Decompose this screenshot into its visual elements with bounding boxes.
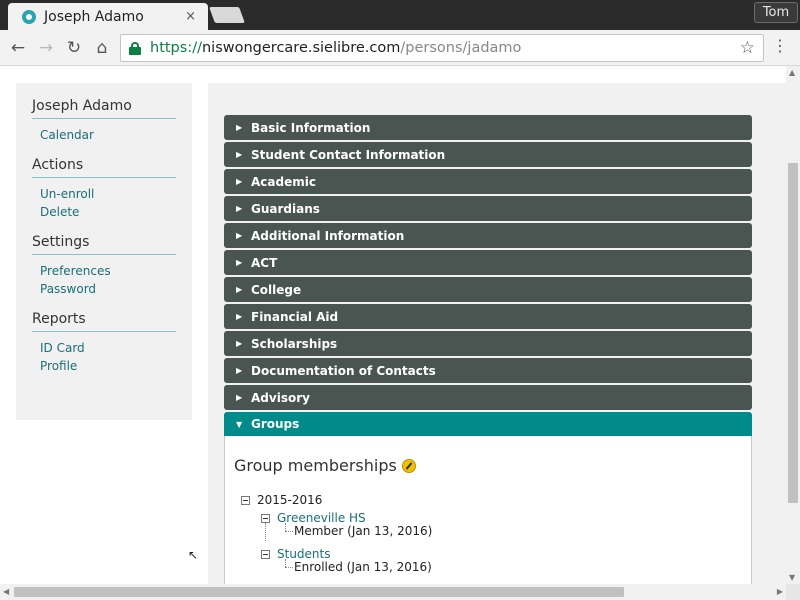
tab-title: Joseph Adamo — [44, 8, 144, 25]
caret-right-icon: ▶ — [236, 177, 243, 186]
collapse-toggle-icon[interactable] — [261, 549, 270, 559]
panel-title: Group memberships — [234, 456, 751, 475]
tree-connector — [265, 523, 266, 541]
horizontal-scroll-thumb[interactable] — [14, 587, 624, 597]
browser-titlebar: Joseph Adamo × Tom — [0, 0, 800, 30]
accordion-item[interactable]: ▶ Basic Information — [224, 115, 752, 140]
sidebar-section-actions: Actions Un-enroll Delete — [32, 157, 176, 221]
new-tab-button[interactable] — [209, 7, 245, 23]
tree-connector — [285, 523, 286, 531]
accordion-item-groups[interactable]: ▼ Groups — [224, 412, 752, 436]
groups-panel: Group memberships 2015-2016 Greeneville … — [224, 436, 752, 584]
accordion-item[interactable]: ▶ Advisory — [224, 385, 752, 410]
accordion-item[interactable]: ▶ Scholarships — [224, 331, 752, 356]
vertical-scrollbar[interactable]: ▲ ▼ — [786, 66, 800, 584]
caret-right-icon: ▶ — [236, 150, 243, 159]
caret-right-icon: ▶ — [236, 231, 243, 240]
accordion-item[interactable]: ▶ Documentation of Contacts — [224, 358, 752, 383]
tree-node-year: 2015-2016 — [241, 493, 322, 507]
scrollbar-corner — [786, 584, 800, 600]
bookmark-star-icon[interactable]: ☆ — [740, 38, 755, 58]
main-panel: ▶ Basic Information ▶ Student Contact Info… — [208, 83, 786, 584]
browser-tab[interactable]: Joseph Adamo × — [8, 3, 208, 30]
accordion: ▶ Basic Information ▶ Student Contact Info… — [224, 115, 752, 584]
sidebar-heading: Reports — [32, 311, 176, 332]
caret-right-icon: ▶ — [236, 393, 243, 402]
collapse-toggle-icon[interactable] — [241, 495, 250, 505]
vertical-scroll-thumb[interactable] — [788, 163, 798, 503]
browser-toolbar: ← → ↻ ⌂ https://niswongercare.sielibre.c… — [0, 30, 800, 66]
accordion-item[interactable]: ▶ Additional Information — [224, 223, 752, 248]
accordion-item[interactable]: ▶ ACT — [224, 250, 752, 275]
url-text[interactable]: https://niswongercare.sielibre.com/perso… — [150, 40, 521, 56]
sidebar-section-settings: Settings Preferences Password — [32, 234, 176, 298]
tree-node-group: Students — [261, 547, 331, 561]
scroll-left-icon[interactable]: ◀ — [3, 587, 9, 596]
scroll-right-icon[interactable]: ▶ — [777, 587, 783, 596]
accordion-item[interactable]: ▶ Academic — [224, 169, 752, 194]
caret-right-icon: ▶ — [236, 204, 243, 213]
scroll-up-icon[interactable]: ▲ — [789, 68, 795, 77]
caret-right-icon: ▶ — [236, 366, 243, 375]
sidebar-link-calendar[interactable]: Calendar — [32, 126, 176, 144]
scroll-down-icon[interactable]: ▼ — [789, 573, 795, 582]
caret-right-icon: ▶ — [236, 339, 243, 348]
edit-pencil-icon[interactable] — [401, 458, 416, 473]
sidebar-link-delete[interactable]: Delete — [32, 203, 176, 221]
address-bar[interactable]: https://niswongercare.sielibre.com/perso… — [120, 34, 764, 62]
forward-icon[interactable]: → — [35, 37, 57, 59]
accordion-item[interactable]: ▶ Financial Aid — [224, 304, 752, 329]
sidebar-heading: Actions — [32, 157, 176, 178]
sidebar-link-id-card[interactable]: ID Card — [32, 339, 176, 357]
site-favicon-icon — [22, 9, 36, 24]
accordion-item[interactable]: ▶ Student Contact Information — [224, 142, 752, 167]
sidebar-section-reports: Reports ID Card Profile — [32, 311, 176, 375]
mouse-cursor-icon: ↖ — [188, 548, 199, 562]
tree-node-group: Greeneville HS — [261, 511, 366, 525]
sidebar-link-password[interactable]: Password — [32, 280, 176, 298]
lock-icon[interactable] — [129, 41, 141, 55]
sidebar-section-person: Joseph Adamo Calendar — [32, 98, 176, 144]
tree-node-membership: Member (Jan 13, 2016) — [294, 524, 433, 538]
caret-right-icon: ▶ — [236, 285, 243, 294]
collapse-toggle-icon[interactable] — [261, 513, 270, 523]
caret-down-icon: ▼ — [236, 419, 243, 429]
accordion-item[interactable]: ▶ College — [224, 277, 752, 302]
accordion-item[interactable]: ▶ Guardians — [224, 196, 752, 221]
browser-menu-icon[interactable]: ⋮ — [772, 38, 788, 54]
tree-node-membership: Enrolled (Jan 13, 2016) — [294, 560, 432, 574]
sidebar-heading: Joseph Adamo — [32, 98, 176, 119]
caret-right-icon: ▶ — [236, 123, 243, 132]
reload-icon[interactable]: ↻ — [63, 37, 85, 59]
sidebar: Joseph Adamo Calendar Actions Un-enroll … — [16, 83, 192, 420]
back-icon[interactable]: ← — [7, 37, 29, 59]
sidebar-heading: Settings — [32, 234, 176, 255]
caret-right-icon: ▶ — [236, 258, 243, 267]
profile-button[interactable]: Tom — [754, 2, 798, 23]
tree-connector — [285, 531, 293, 532]
caret-right-icon: ▶ — [236, 312, 243, 321]
home-icon[interactable]: ⌂ — [91, 37, 113, 59]
horizontal-scrollbar[interactable]: ◀ ▶ — [0, 584, 786, 600]
page-content: Joseph Adamo Calendar Actions Un-enroll … — [0, 66, 786, 584]
tab-close-icon[interactable]: × — [185, 9, 196, 24]
tree-connector — [285, 567, 293, 568]
sidebar-link-unenroll[interactable]: Un-enroll — [32, 185, 176, 203]
sidebar-link-profile[interactable]: Profile — [32, 357, 176, 375]
tree-connector — [285, 559, 286, 567]
sidebar-link-preferences[interactable]: Preferences — [32, 262, 176, 280]
